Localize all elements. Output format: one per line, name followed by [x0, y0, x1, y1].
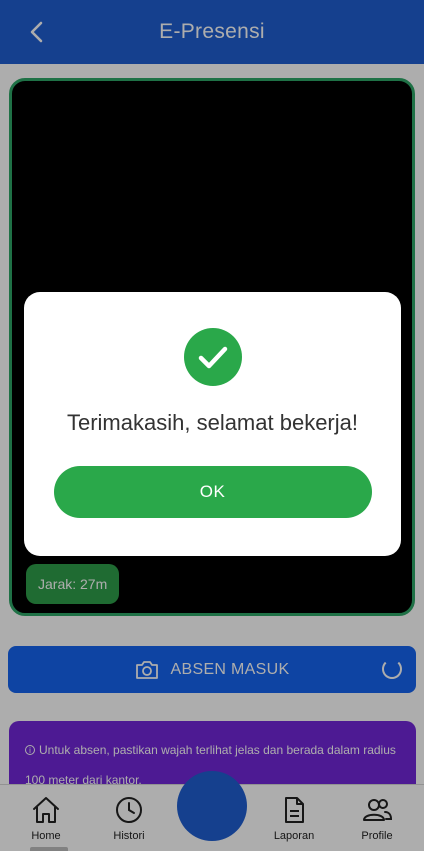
dialog-message: Terimakasih, selamat bekerja!	[66, 410, 358, 435]
ok-button[interactable]: OK	[53, 466, 372, 518]
check-circle-icon	[183, 328, 242, 386]
success-dialog: Terimakasih, selamat bekerja! OK	[24, 292, 401, 556]
